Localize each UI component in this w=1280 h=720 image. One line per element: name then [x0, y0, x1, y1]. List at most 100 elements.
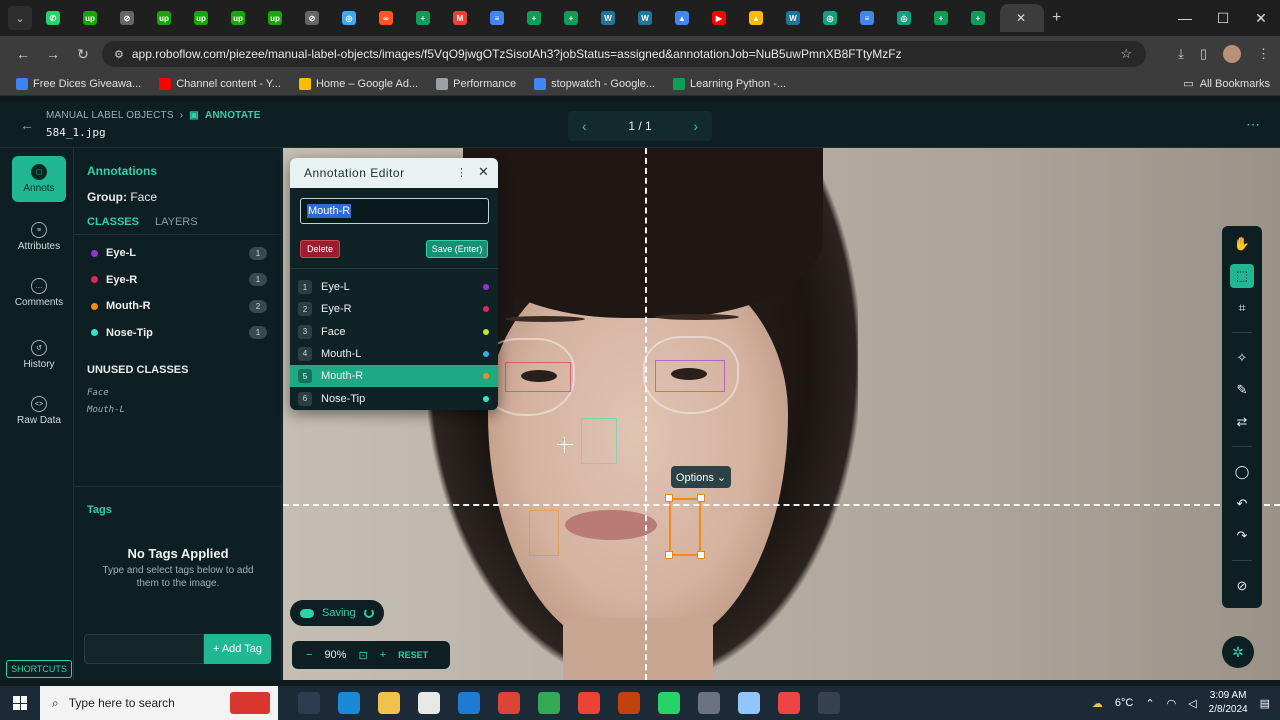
browser-tab[interactable]: ✆ [38, 4, 75, 32]
polygon-tool-icon[interactable]: ⌗ [1230, 296, 1254, 320]
site-info-icon[interactable]: ⚙ [114, 48, 124, 61]
browser-tab[interactable]: ▲ [667, 4, 704, 32]
browser-tab[interactable]: up [260, 4, 297, 32]
browser-tab[interactable]: + [926, 4, 963, 32]
drag-handle-icon[interactable]: ⋮ [456, 166, 467, 179]
browser-tab[interactable]: up [186, 4, 223, 32]
task-view-icon[interactable] [298, 692, 320, 714]
side-panel-icon[interactable]: ▯ [1200, 46, 1207, 62]
class-row[interactable]: Mouth-R 2 [91, 298, 267, 314]
store-icon[interactable] [418, 692, 440, 714]
whatsapp-icon[interactable] [658, 692, 680, 714]
mail-icon[interactable] [458, 692, 480, 714]
browser-tab[interactable]: ⊘ [112, 4, 149, 32]
browser-tab[interactable]: ◎ [889, 4, 926, 32]
rail-raw-data[interactable]: <> Raw Data [12, 388, 66, 434]
repeat-previous-icon[interactable]: ⇄ [1230, 410, 1254, 434]
bbox-eye-r[interactable] [505, 362, 571, 392]
reload-button[interactable]: ↻ [68, 46, 98, 63]
url-text[interactable]: app.roboflow.com/piezee/manual-label-obj… [132, 47, 902, 61]
browser-tab[interactable]: + [519, 4, 556, 32]
class-row[interactable]: Nose-Tip 1 [91, 325, 267, 341]
forward-button[interactable]: → [38, 46, 68, 62]
editor-header[interactable]: Annotation Editor ⋮ ✕ [290, 158, 498, 188]
browser-tab[interactable]: ≡ [852, 4, 889, 32]
browser-tab[interactable]: + [408, 4, 445, 32]
bookmark-star-icon[interactable]: ☆ [1120, 46, 1132, 62]
volume-icon[interactable]: ◁ [1188, 697, 1196, 710]
class-name-input[interactable]: Mouth-R [300, 198, 489, 224]
browser-tab[interactable]: ◎ [815, 4, 852, 32]
close-window-button[interactable]: ✕ [1242, 0, 1280, 36]
add-tag-button[interactable]: + Add Tag [204, 634, 271, 664]
bbox-nose-tip[interactable] [581, 418, 617, 464]
resize-handle[interactable] [665, 494, 673, 502]
save-button[interactable]: Save (Enter) [426, 240, 488, 258]
tray-chevron-icon[interactable]: ⌃ [1145, 697, 1154, 710]
back-arrow-icon[interactable]: ← [20, 117, 34, 133]
tab-layers[interactable]: LAYERS [155, 216, 198, 228]
smart-polygon-icon[interactable]: ✧ [1230, 346, 1254, 370]
class-row[interactable]: Eye-R 1 [91, 272, 267, 288]
browser-tab[interactable]: W [778, 4, 815, 32]
delete-button[interactable]: Delete [300, 240, 340, 258]
download-icon[interactable]: ⤓ [1178, 46, 1184, 62]
minimize-button[interactable]: — [1166, 0, 1204, 36]
browser-tab[interactable]: ⊘ [297, 4, 334, 32]
resize-handle[interactable] [697, 551, 705, 559]
bookmark-item[interactable]: Home – Google Ad... [298, 77, 418, 90]
close-icon[interactable]: ✕ [478, 164, 489, 180]
bookmark-item[interactable]: Free Dices Giveawa... [16, 77, 141, 90]
browser-tab[interactable]: W [630, 4, 667, 32]
tab-search-button[interactable]: ⌄ [8, 6, 32, 30]
bbox-mouth-r[interactable] [529, 510, 559, 556]
browser-tab[interactable]: ▲ [741, 4, 778, 32]
editor-class-option[interactable]: 3 Face [290, 321, 498, 343]
new-tab-button[interactable]: + [1052, 9, 1061, 27]
unused-class-item[interactable]: Face [87, 388, 109, 398]
browser-tab[interactable]: up [149, 4, 186, 32]
rail-attributes[interactable]: ≡ Attributes [12, 214, 66, 260]
chrome-profile-icon[interactable] [578, 692, 600, 714]
editor-class-option[interactable]: 4 Mouth-L [290, 343, 498, 365]
bookmark-item[interactable]: Channel content - Y... [159, 77, 281, 90]
browser-tab[interactable]: + [556, 4, 593, 32]
hide-annotations-icon[interactable]: ⊘ [1230, 574, 1254, 598]
active-tab[interactable]: ✕ [1000, 4, 1044, 32]
more-options-icon[interactable]: ⋯ [1246, 116, 1260, 133]
chrome-profile-icon[interactable] [538, 692, 560, 714]
comment-icon[interactable]: ◯ [1230, 460, 1254, 484]
label-assist-icon[interactable]: ✎ [1230, 378, 1254, 402]
all-bookmarks[interactable]: ▭ All Bookmarks [1183, 77, 1270, 91]
pan-hand-icon[interactable]: ✋ [1230, 232, 1254, 256]
prev-image-button[interactable]: ‹ [582, 118, 587, 134]
editor-class-option[interactable]: 5 Mouth-R [290, 365, 498, 388]
network-icon[interactable]: ◠ [1167, 697, 1177, 710]
start-button[interactable] [0, 686, 40, 720]
rail-annots[interactable]: ▢ Annots [12, 156, 66, 202]
browser-menu-icon[interactable]: ⋮ [1257, 46, 1270, 62]
notifications-icon[interactable]: ▤ [1260, 697, 1270, 710]
obs-icon[interactable] [818, 692, 840, 714]
editor-class-option[interactable]: 1 Eye-L [290, 276, 498, 298]
editor-class-option[interactable]: 6 Nose-Tip [290, 388, 498, 410]
edge-icon[interactable] [338, 692, 360, 714]
tab-classes[interactable]: CLASSES [87, 216, 139, 228]
bounding-box-tool-icon[interactable]: ⬚ [1230, 264, 1254, 288]
browser-tab[interactable]: ≡ [482, 4, 519, 32]
lock-icon[interactable]: ⊡ [358, 649, 367, 662]
bookmark-item[interactable]: stopwatch - Google... [534, 77, 655, 90]
clock[interactable]: 3:09 AM 2/8/2024 [1209, 689, 1248, 717]
bbox-eye-l[interactable] [655, 360, 725, 392]
resize-handle[interactable] [665, 551, 673, 559]
redo-icon[interactable]: ↷ [1230, 524, 1254, 548]
reset-zoom-button[interactable]: RESET [398, 650, 428, 660]
app-icon[interactable] [778, 692, 800, 714]
zoom-in-button[interactable]: + [380, 649, 386, 661]
browser-tab[interactable]: ▶ [704, 4, 741, 32]
chrome-profile-icon[interactable] [618, 692, 640, 714]
profile-avatar[interactable] [1223, 45, 1241, 63]
browser-tab[interactable]: W [593, 4, 630, 32]
browser-tab[interactable]: up [223, 4, 260, 32]
browser-tab[interactable]: + [963, 4, 1000, 32]
